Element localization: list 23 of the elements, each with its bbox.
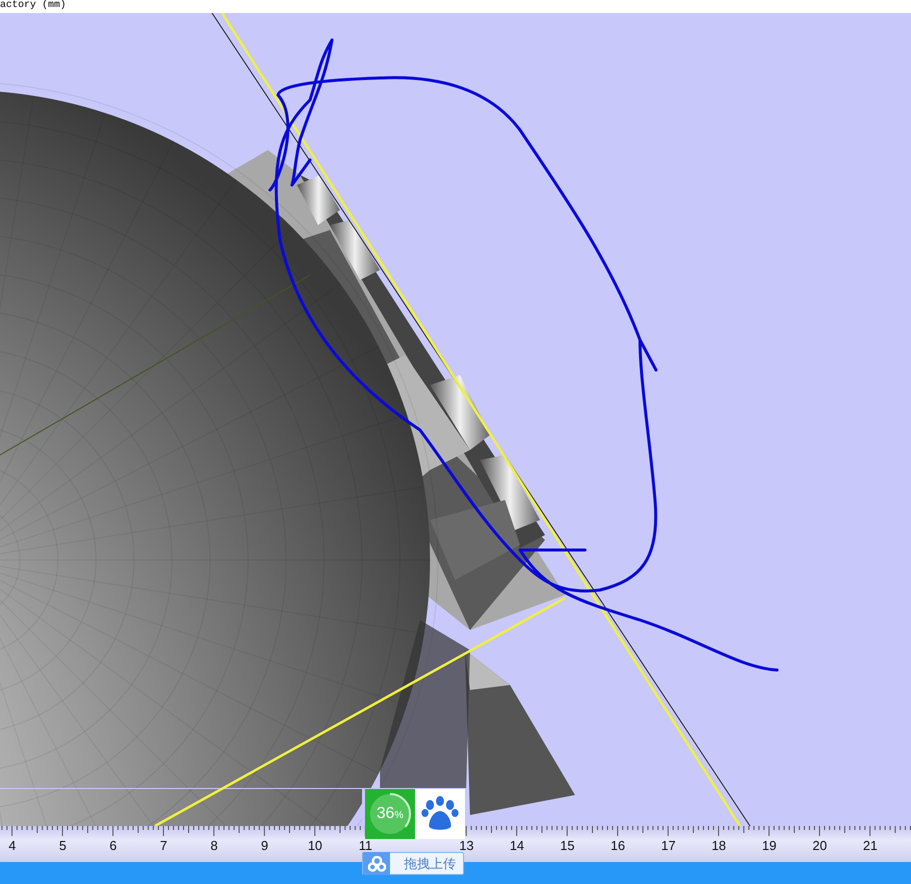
ruler-label: 8 [209,840,219,852]
ruler-label: 6 [108,840,118,852]
ruler-label: 18 [710,840,728,852]
ruler-label: 11 [358,840,374,852]
ruler-label: 21 [862,840,878,852]
ruler-label: 5 [58,840,68,852]
ruler-label: 19 [761,840,778,852]
ruler-label: 15 [559,840,576,852]
window-title: actory (mm) [0,0,66,12]
ruler-label: 13 [458,840,475,852]
percent-unit: % [394,810,404,821]
ruler-label: 10 [306,840,324,852]
ruler-label: 14 [508,840,526,852]
cloud-icon [368,856,386,872]
upload-button[interactable]: 拖拽上传 [362,852,464,875]
ruler-label: 9 [260,840,270,852]
ruler-label: 20 [812,840,828,852]
ruler-label: 17 [660,840,677,852]
ruler-label: 7 [159,840,168,852]
ruler-label: 16 [610,840,626,852]
paw-icon [421,796,459,832]
progress-percent: 36 [376,805,394,823]
ruler-label: 4 [8,840,17,852]
